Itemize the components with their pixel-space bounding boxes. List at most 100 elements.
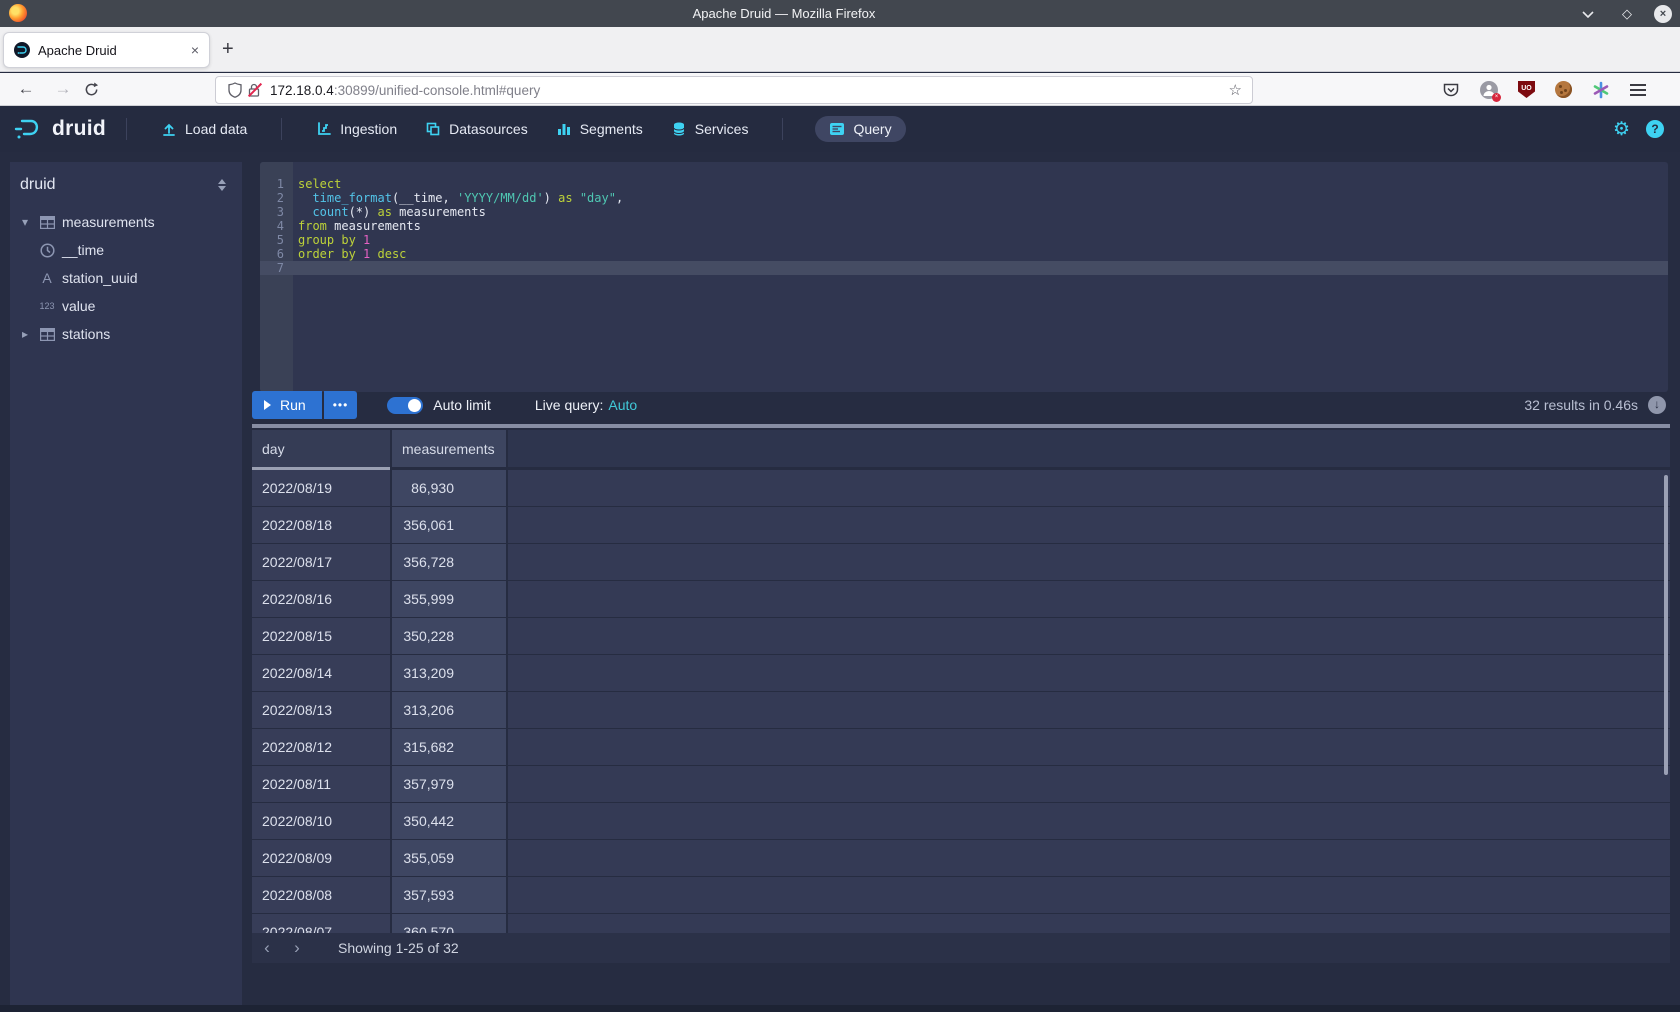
ublock-icon[interactable]: UO (1518, 81, 1535, 98)
brand-name: druid (52, 117, 106, 141)
nav-item-ingestion[interactable]: Ingestion (316, 121, 397, 137)
pocket-icon[interactable] (1442, 81, 1460, 99)
browser-tab[interactable]: Apache Druid × (3, 32, 210, 68)
cell-measurements[interactable]: 350,442 (392, 803, 506, 839)
cell-measurements[interactable]: 86,930 (392, 470, 506, 506)
auto-limit-toggle[interactable] (387, 397, 423, 414)
table-row[interactable]: 2022/08/17356,728 (252, 544, 1670, 580)
table-row[interactable]: 2022/08/10350,442 (252, 803, 1670, 839)
editor-line[interactable]: 5group by 1 (260, 233, 1668, 247)
editor-line[interactable]: 1select (260, 177, 1668, 191)
download-results-icon[interactable]: ↓ (1648, 396, 1666, 414)
chevron-down-icon[interactable]: ▾ (18, 215, 32, 229)
nav-item-services[interactable]: Services (671, 121, 749, 137)
cell-measurements[interactable]: 313,206 (392, 692, 506, 728)
cell-measurements[interactable]: 313,209 (392, 655, 506, 691)
tree-item-station-uuid[interactable]: A station_uuid (10, 264, 242, 292)
maximize-icon[interactable]: ◇ (1618, 6, 1636, 22)
menu-icon[interactable] (1630, 84, 1646, 96)
cell-day[interactable]: 2022/08/11 (252, 766, 390, 802)
run-more-button[interactable]: ••• (324, 391, 358, 419)
column-header-day[interactable]: day (252, 430, 390, 467)
chevron-right-icon[interactable]: ▸ (18, 327, 32, 341)
cell-day[interactable]: 2022/08/17 (252, 544, 390, 580)
nav-item-load-data[interactable]: Load data (161, 121, 247, 137)
prev-page-icon[interactable]: ‹ (252, 938, 282, 958)
cell-measurements[interactable]: 350,228 (392, 618, 506, 654)
cell-day[interactable]: 2022/08/13 (252, 692, 390, 728)
table-row[interactable]: 2022/08/15350,228 (252, 618, 1670, 654)
cell-measurements[interactable]: 356,061 (392, 507, 506, 543)
editor-line[interactable]: 3 count(*) as measurements (260, 205, 1668, 219)
tab-close-icon[interactable]: × (191, 42, 199, 58)
double-caret-icon[interactable] (216, 178, 228, 192)
minimize-icon[interactable] (1582, 10, 1600, 18)
cell-measurements[interactable]: 356,728 (392, 544, 506, 580)
url-text[interactable]: 172.18.0.4:30899/unified-console.html#qu… (270, 83, 1229, 98)
cell-measurements[interactable]: 360,570 (392, 914, 506, 933)
cell-day[interactable]: 2022/08/15 (252, 618, 390, 654)
sql-editor-lines[interactable]: 1select2 time_format(__time, 'YYYY/MM/dd… (260, 177, 1668, 275)
forward-icon[interactable]: → (52, 79, 74, 99)
cell-day[interactable]: 2022/08/14 (252, 655, 390, 691)
tree-item-stations[interactable]: ▸ stations (10, 320, 242, 348)
table-row[interactable]: 2022/08/08357,593 (252, 877, 1670, 913)
settings-gear-icon[interactable]: ⚙ (1613, 118, 1630, 141)
insecure-lock-icon[interactable] (248, 83, 260, 97)
druid-logo[interactable]: druid (14, 117, 106, 141)
cookie-extension-icon[interactable] (1555, 81, 1572, 98)
table-icon (38, 328, 56, 341)
cell-day[interactable]: 2022/08/16 (252, 581, 390, 617)
reload-icon[interactable] (84, 82, 106, 97)
schema-selector[interactable]: druid (20, 176, 56, 194)
editor-line[interactable]: 2 time_format(__time, 'YYYY/MM/dd') as "… (260, 191, 1668, 205)
cell-measurements[interactable]: 357,979 (392, 766, 506, 802)
cell-day[interactable]: 2022/08/19 (252, 470, 390, 506)
table-row[interactable]: 2022/08/1986,930 (252, 470, 1670, 506)
tracking-shield-icon[interactable] (228, 82, 242, 98)
cell-measurements[interactable]: 355,999 (392, 581, 506, 617)
cell-day[interactable]: 2022/08/08 (252, 877, 390, 913)
panel-splitter[interactable] (252, 424, 1670, 428)
close-window-icon[interactable]: × (1654, 5, 1672, 23)
cell-measurements[interactable]: 355,059 (392, 840, 506, 876)
cell-day[interactable]: 2022/08/07 (252, 914, 390, 933)
tree-item-time[interactable]: __time (10, 236, 242, 264)
new-tab-button[interactable]: + (222, 39, 234, 59)
cell-day[interactable]: 2022/08/10 (252, 803, 390, 839)
cell-day[interactable]: 2022/08/18 (252, 507, 390, 543)
url-bar[interactable]: 172.18.0.4:30899/unified-console.html#qu… (215, 76, 1253, 104)
tree-item-measurements[interactable]: ▾ measurements (10, 208, 242, 236)
row-filler (508, 581, 1670, 617)
nav-item-query-active[interactable]: Query (815, 116, 905, 142)
back-icon[interactable]: ← (15, 79, 37, 99)
table-row[interactable]: 2022/08/07360,570 (252, 914, 1670, 933)
editor-line[interactable]: 7 (260, 261, 1668, 275)
nav-item-segments[interactable]: Segments (556, 121, 643, 137)
results-scrollbar[interactable] (1664, 475, 1668, 775)
cell-day[interactable]: 2022/08/09 (252, 840, 390, 876)
extension-asterisk-icon[interactable] (1592, 81, 1610, 99)
live-query-value[interactable]: Auto (608, 397, 637, 413)
tree-item-value[interactable]: 123 value (10, 292, 242, 320)
column-header-measurements[interactable]: measurements (392, 430, 506, 467)
cell-measurements[interactable]: 315,682 (392, 729, 506, 765)
bookmark-star-icon[interactable]: ☆ (1229, 81, 1242, 99)
account-icon[interactable]: × (1480, 81, 1498, 99)
nav-item-datasources[interactable]: Datasources (425, 121, 528, 137)
table-row[interactable]: 2022/08/18356,061 (252, 507, 1670, 543)
help-icon[interactable]: ? (1646, 120, 1664, 138)
table-row[interactable]: 2022/08/11357,979 (252, 766, 1670, 802)
next-page-icon[interactable]: › (282, 938, 312, 958)
run-button[interactable]: Run (252, 391, 322, 419)
editor-line[interactable]: 4from measurements (260, 219, 1668, 233)
cell-measurements[interactable]: 357,593 (392, 877, 506, 913)
table-row[interactable]: 2022/08/14313,209 (252, 655, 1670, 691)
editor-line[interactable]: 6order by 1 desc (260, 247, 1668, 261)
table-row[interactable]: 2022/08/12315,682 (252, 729, 1670, 765)
table-row[interactable]: 2022/08/09355,059 (252, 840, 1670, 876)
table-row[interactable]: 2022/08/16355,999 (252, 581, 1670, 617)
sql-editor[interactable]: 1select2 time_format(__time, 'YYYY/MM/dd… (260, 162, 1668, 392)
cell-day[interactable]: 2022/08/12 (252, 729, 390, 765)
table-row[interactable]: 2022/08/13313,206 (252, 692, 1670, 728)
